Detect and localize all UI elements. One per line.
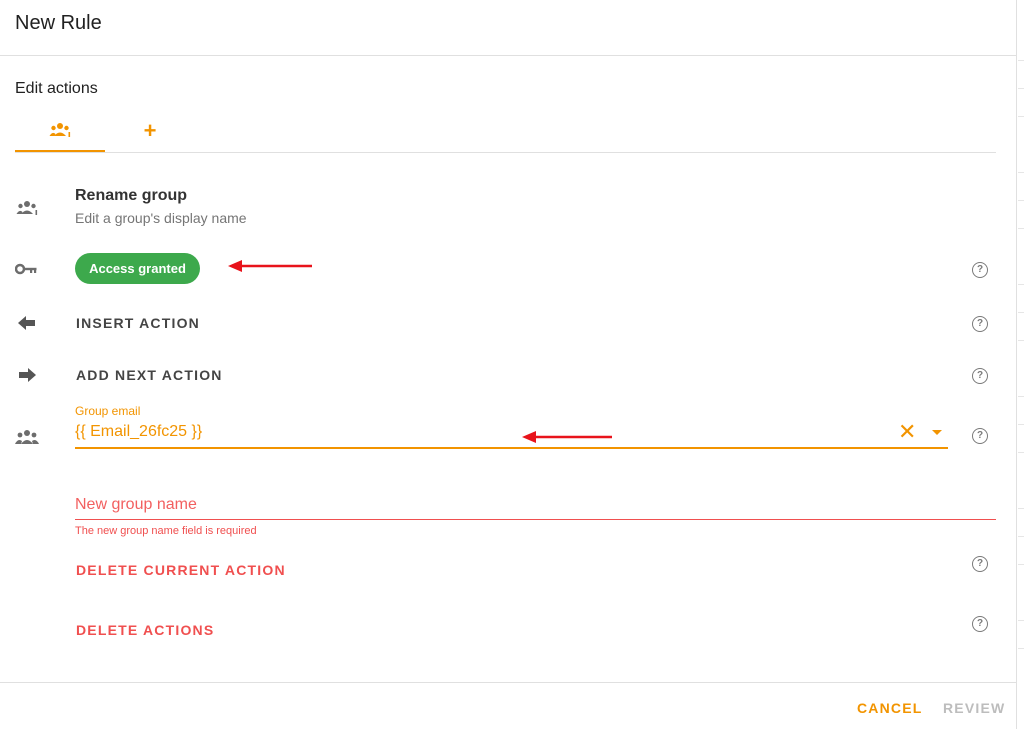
review-button[interactable]: REVIEW: [943, 700, 1005, 716]
delete-current-action-button[interactable]: DELETE CURRENT ACTION: [76, 562, 286, 578]
annotation-arrow: [228, 260, 312, 272]
annotation-arrow: [522, 431, 612, 443]
group-email-underline: [75, 447, 948, 449]
arrow-left-icon: [14, 313, 40, 333]
new-group-name-input[interactable]: [75, 490, 996, 520]
insert-action-button[interactable]: INSERT ACTION: [76, 315, 200, 331]
new-group-name-error: The new group name field is required: [75, 525, 257, 537]
action-title: Rename group: [75, 187, 188, 204]
help-icon[interactable]: ?: [972, 556, 988, 572]
tab-add-action[interactable]: +: [105, 110, 195, 152]
group-email-label: Group email: [75, 404, 141, 418]
dialog-header: New Rule: [0, 0, 1016, 56]
dropdown-arrow-icon[interactable]: [931, 425, 943, 439]
action-tabs: +: [15, 110, 996, 153]
access-granted-badge: Access granted: [75, 253, 200, 284]
background-page-edge: [1016, 0, 1024, 729]
group-info-icon: [14, 198, 40, 218]
help-icon[interactable]: ?: [972, 428, 988, 444]
group-icon: [14, 427, 40, 447]
arrow-right-icon: [14, 365, 40, 385]
tab-group-action[interactable]: [15, 110, 105, 152]
section-title: Edit actions: [15, 80, 98, 97]
help-icon[interactable]: ?: [972, 262, 988, 278]
dialog-footer: CANCEL REVIEW: [0, 682, 1016, 729]
new-rule-dialog: New Rule Edit actions + Rename group Edi…: [0, 0, 1016, 729]
dialog-title: New Rule: [15, 12, 102, 34]
help-icon[interactable]: ?: [972, 316, 988, 332]
cancel-button[interactable]: CANCEL: [857, 700, 923, 716]
group-email-field[interactable]: {{ Email_26fc25 }}: [75, 423, 875, 441]
key-icon: [14, 259, 40, 279]
group-info-icon: [49, 123, 71, 137]
clear-icon[interactable]: ✕: [898, 421, 916, 443]
delete-actions-button[interactable]: DELETE ACTIONS: [76, 622, 214, 638]
help-icon[interactable]: ?: [972, 368, 988, 384]
help-icon[interactable]: ?: [972, 616, 988, 632]
add-next-action-button[interactable]: ADD NEXT ACTION: [76, 367, 223, 383]
action-subtitle: Edit a group's display name: [75, 210, 247, 226]
